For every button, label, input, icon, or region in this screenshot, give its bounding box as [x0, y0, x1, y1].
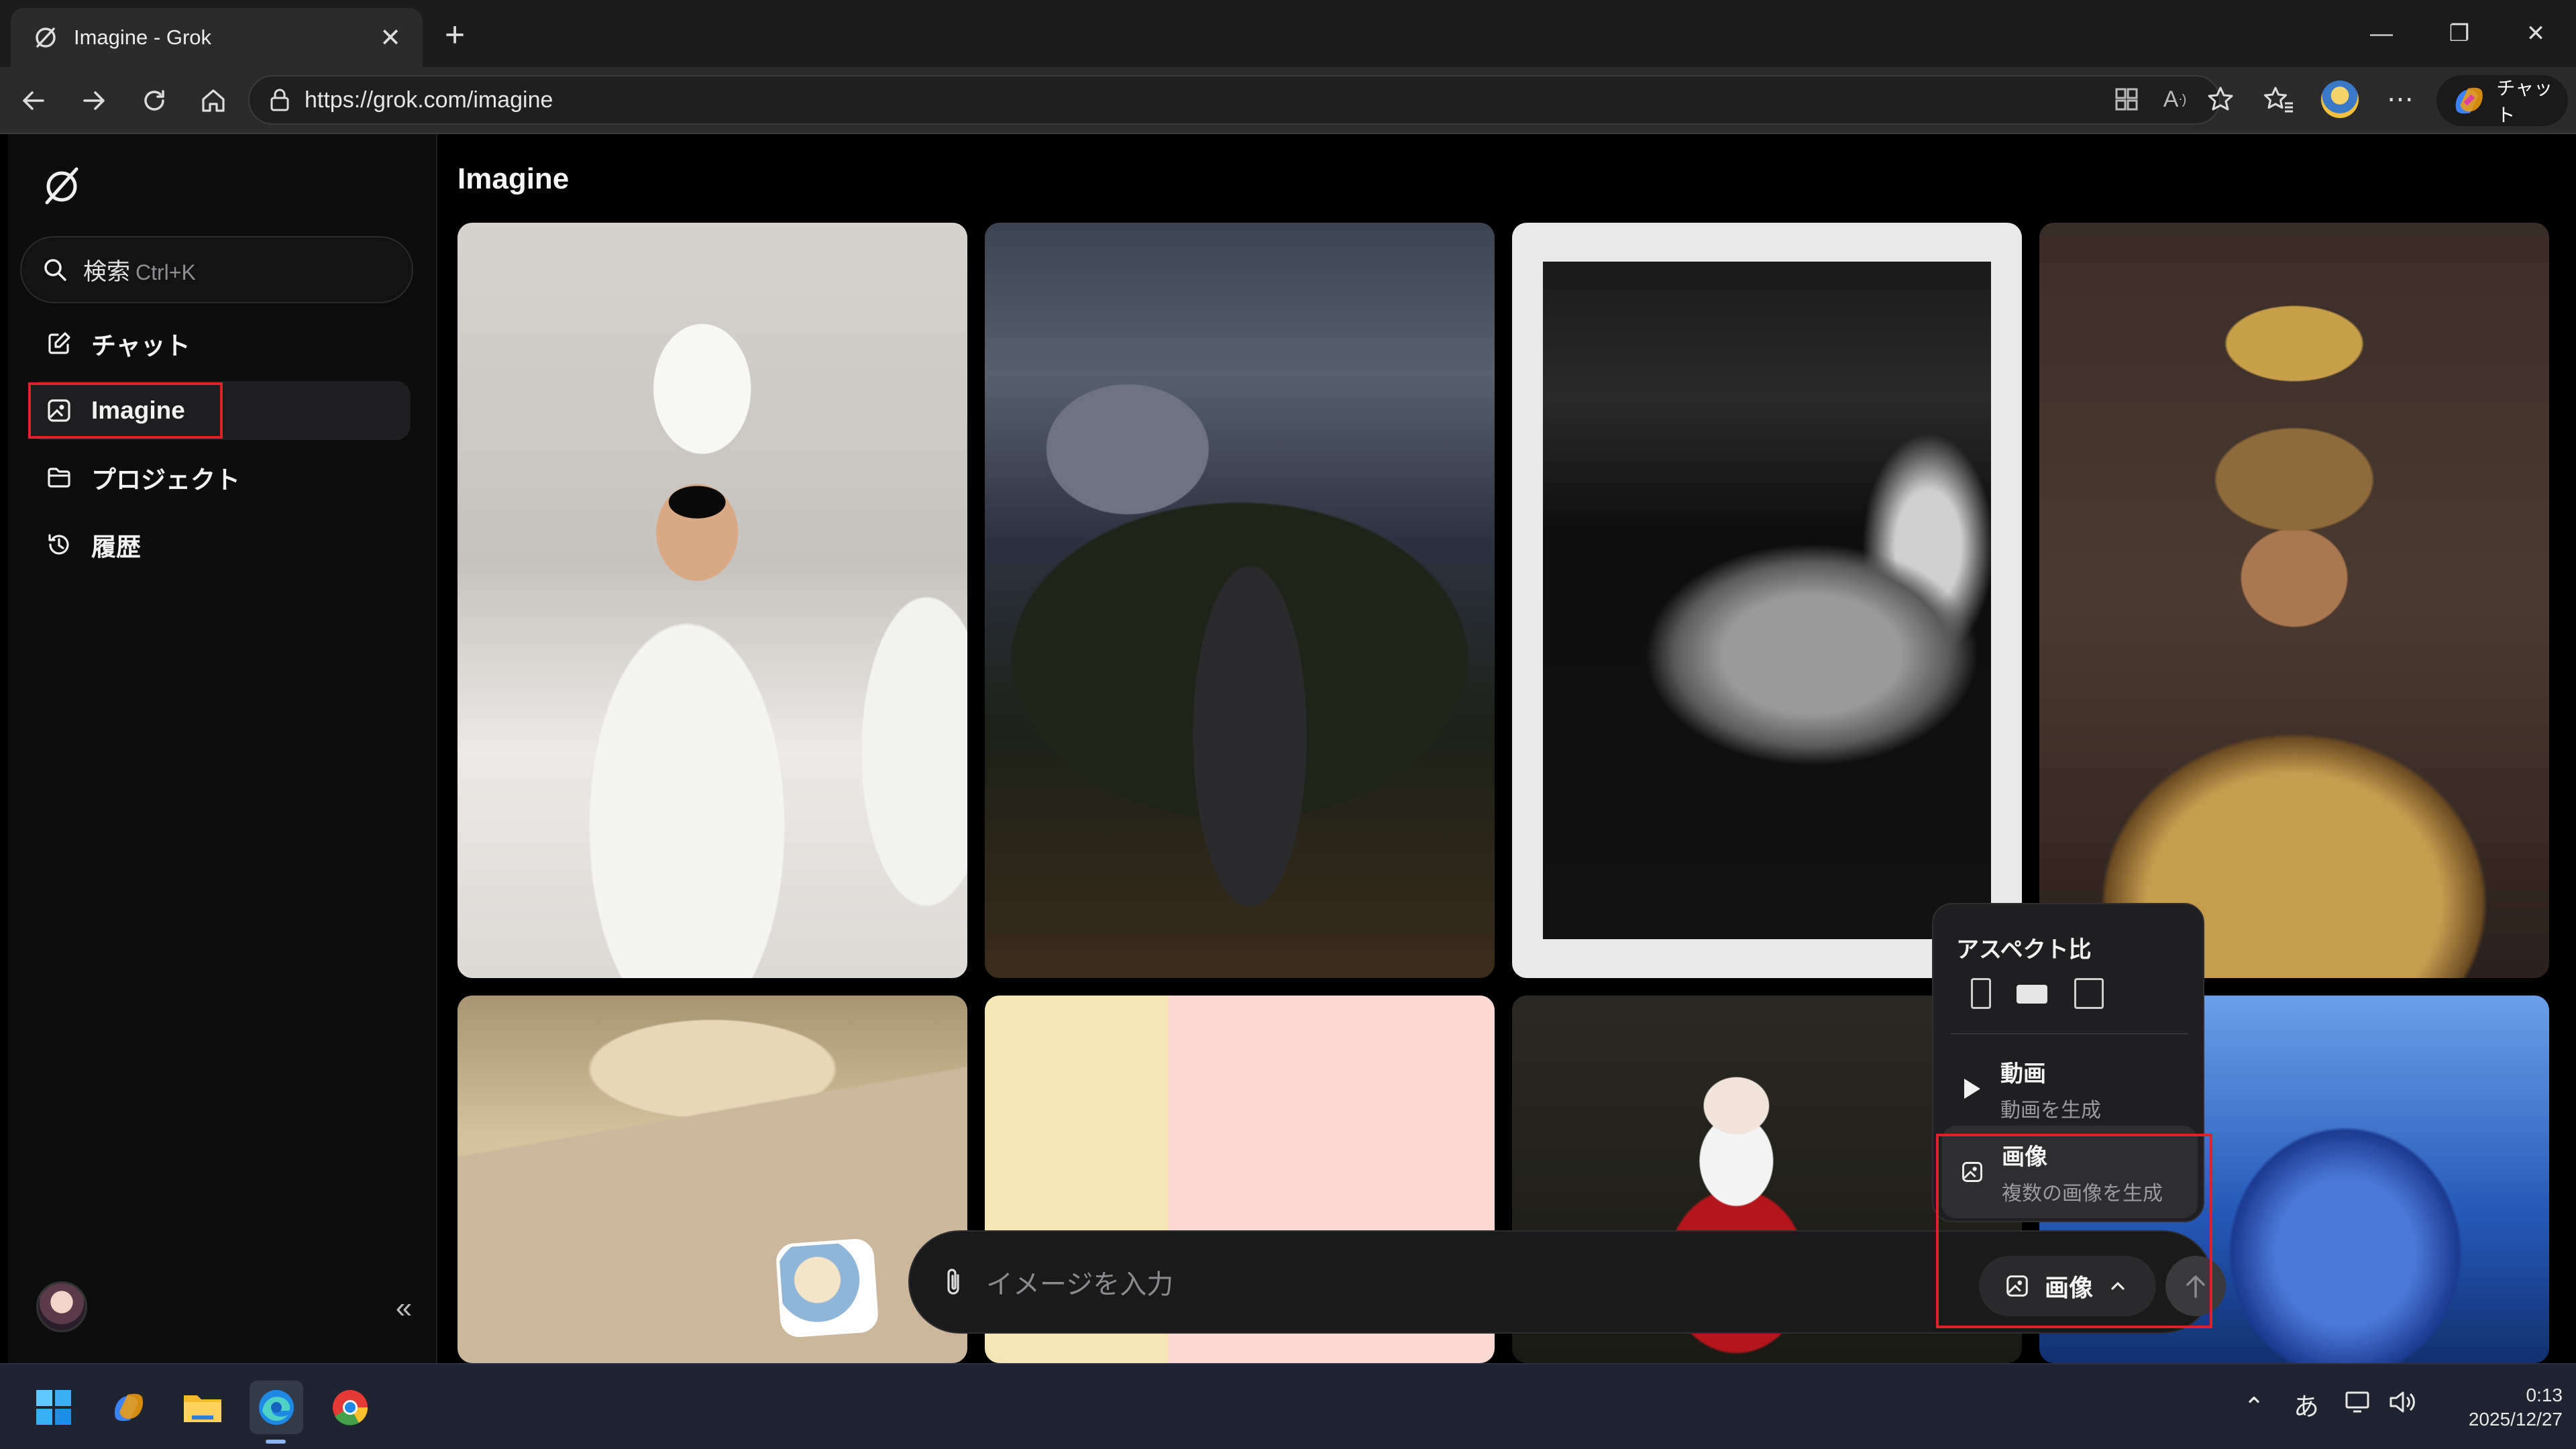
active-app-indicator [266, 1440, 286, 1444]
option-video[interactable]: 動画 動画を生成 [1941, 1042, 2198, 1135]
ime-indicator[interactable]: あ [2286, 1387, 2326, 1428]
edge-logo-icon [259, 1390, 294, 1425]
chrome-icon[interactable] [323, 1381, 377, 1434]
sidebar-item-label: プロジェクト [91, 466, 240, 494]
prompt-placeholder: イメージを入力 [986, 1270, 1174, 1299]
divider [1951, 1033, 2188, 1034]
favorites-button[interactable] [2261, 80, 2298, 118]
history-icon [48, 534, 69, 555]
grok-favicon-icon [36, 28, 56, 48]
gallery-image[interactable] [2039, 223, 2549, 978]
file-explorer-icon[interactable] [176, 1381, 229, 1434]
option-title: 動画 [2000, 1061, 2046, 1087]
sidebar-item-chat[interactable]: チャット [28, 314, 411, 373]
sidebar-item-label: チャット [91, 332, 191, 360]
copilot-icon [2455, 87, 2483, 114]
page-title: Imagine [458, 162, 570, 195]
grok-app: 検索 Ctrl+K チャット Imagine プロジェクト 履歴 « Imagin… [0, 134, 2576, 1363]
copilot-icon[interactable] [102, 1381, 156, 1434]
highlight-box [1936, 1134, 2212, 1328]
lock-icon[interactable] [268, 87, 291, 113]
attach-icon[interactable] [942, 1266, 966, 1298]
search-placeholder: 検索 Ctrl+K [83, 258, 196, 285]
forward-icon [83, 91, 105, 110]
home-icon [202, 89, 225, 112]
favorites-icon [2264, 87, 2293, 113]
network-icon[interactable] [2339, 1387, 2379, 1428]
grok-logo-icon[interactable] [36, 161, 87, 212]
url-text[interactable]: https://grok.com/imagine [305, 87, 553, 113]
clock-date: 2025/12/27 [2468, 1409, 2563, 1430]
folder-icon [48, 468, 70, 488]
windows-logo-icon [36, 1390, 71, 1425]
gallery-image[interactable] [458, 996, 967, 1363]
profile-icon [2321, 80, 2359, 118]
windows-start-icon[interactable] [27, 1381, 80, 1434]
sidebar: 検索 Ctrl+K チャット Imagine プロジェクト 履歴 « [8, 134, 437, 1363]
speaker-icon [2390, 1391, 2415, 1413]
aspect-ratio-heading: アスペクト比 [1956, 937, 2092, 963]
collapse-sidebar-button[interactable]: « [384, 1288, 424, 1328]
aspect-ratio-square[interactable] [2074, 978, 2104, 1009]
tab-close-icon[interactable]: ✕ [374, 23, 407, 53]
volume-icon[interactable] [2383, 1387, 2423, 1428]
sidebar-item-projects[interactable]: プロジェクト [28, 448, 411, 507]
favorite-star-icon [2208, 87, 2233, 111]
copilot-chat-button[interactable]: チャット [2436, 75, 2568, 126]
home-button[interactable] [193, 80, 233, 121]
search-input[interactable]: 検索 Ctrl+K [20, 236, 413, 303]
chrome-logo-icon [333, 1390, 368, 1426]
gallery-image[interactable] [985, 223, 1495, 978]
gallery-image[interactable] [458, 223, 967, 978]
aspect-ratio-landscape[interactable] [2017, 985, 2047, 1004]
aspect-ratio-portrait[interactable] [1971, 978, 1991, 1009]
back-icon [23, 91, 44, 110]
folder-yellow-icon [184, 1395, 221, 1422]
sidebar-item-history[interactable]: 履歴 [28, 515, 411, 574]
browser-tab-bar: Imagine - Grok ✕ + — ❐ ✕ [0, 0, 2576, 67]
search-shortcut: Ctrl+K [136, 260, 196, 284]
profile-button[interactable] [2321, 80, 2359, 118]
user-avatar[interactable] [36, 1281, 87, 1332]
edge-icon[interactable] [250, 1381, 303, 1434]
play-icon [1964, 1079, 1980, 1099]
gallery-image[interactable] [1512, 223, 2022, 978]
apps-icon [2115, 88, 2138, 111]
refresh-icon [144, 90, 164, 111]
edit-icon [48, 332, 70, 354]
reference-image-thumbnail[interactable] [775, 1238, 879, 1338]
highlight-box [28, 382, 223, 439]
refresh-button[interactable] [134, 80, 174, 121]
restore-button[interactable]: ❐ [2426, 15, 2493, 52]
tray-overflow-icon[interactable]: ⌃ [2234, 1387, 2274, 1428]
tab-title: Imagine - Grok [74, 25, 212, 49]
address-toolbar: https://grok.com/imagine A ᐧ) ⋯ チャット [0, 67, 2576, 134]
new-tab-button[interactable]: + [435, 15, 475, 55]
browser-tab[interactable]: Imagine - Grok ✕ [11, 8, 423, 67]
more-icon[interactable]: ⋯ [2381, 80, 2419, 118]
apps-button[interactable] [2108, 80, 2145, 118]
read-aloud-icon[interactable]: A ᐧ) [2156, 80, 2194, 118]
address-bar[interactable]: https://grok.com/imagine [248, 75, 2220, 125]
monitor-network-icon [2345, 1391, 2369, 1413]
window-close-button[interactable]: ✕ [2502, 15, 2569, 52]
minimize-button[interactable]: — [2348, 15, 2415, 52]
search-icon [44, 259, 66, 281]
gallery-image-inner [1543, 262, 1991, 939]
windows-taskbar: ⌃ あ 0:13 2025/12/27 [0, 1363, 2576, 1449]
copilot-app-icon [114, 1393, 144, 1421]
sidebar-item-label: 履歴 [91, 533, 141, 561]
copilot-label: チャット [2496, 78, 2553, 125]
forward-button[interactable] [74, 80, 114, 121]
system-clock[interactable]: 0:13 2025/12/27 [2428, 1383, 2563, 1432]
clock-time: 0:13 [2526, 1385, 2563, 1405]
favorite-star-button[interactable] [2202, 80, 2239, 118]
back-button[interactable] [13, 80, 54, 121]
option-subtitle: 動画を生成 [2000, 1099, 2101, 1122]
